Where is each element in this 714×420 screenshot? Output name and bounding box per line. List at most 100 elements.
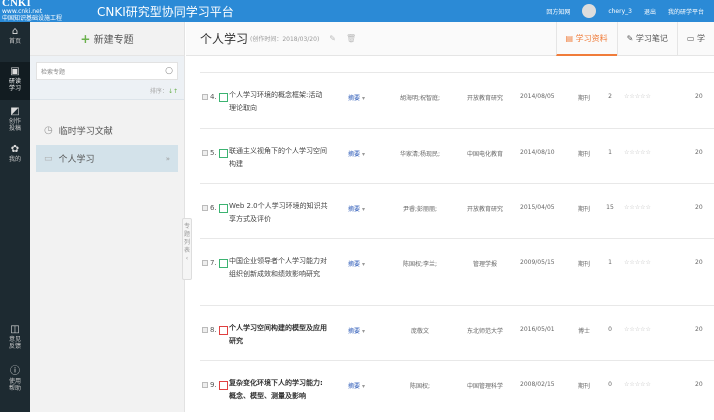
row-type: 期刊 [578,151,591,158]
abstract-dropdown[interactable]: 摘要 ▾ [348,326,365,335]
edit-icon[interactable]: ✎ [329,34,336,43]
row-type: 期刊 [578,95,591,102]
rating-stars[interactable]: ☆☆☆☆☆ [624,204,651,211]
row-number: 7. [210,259,217,267]
side-nav: ⌂ 首页 ▣ 研读学习 ◩ 创作投稿 ✿ 我的 ◫ 意见反馈 ⓘ 使用帮助 [0,22,30,412]
cnki-logo[interactable]: CNKI www.cnki.net 中国知识基础设施工程 [2,0,82,22]
abstract-dropdown[interactable]: 摘要 ▾ [348,259,365,268]
notes-icon: ✎ [626,34,634,43]
row-count: 0 [608,326,612,333]
table-row: 4. 个人学习环境的概念框架:活动理论取向 摘要 ▾ 胡海明;祝智庭; 开放教育… [200,72,714,128]
row-source: 管理学报 [472,261,497,268]
delete-icon[interactable]: 🗑 [346,34,356,43]
row-date: 2009/05/15 [520,259,555,266]
home-icon: ⌂ [11,26,19,37]
row-year: 20 [695,259,703,266]
row-source: 中国电化教育 [466,151,503,158]
row-author: 尹睿;彭丽丽; [402,206,438,213]
row-author: 陈国权; [409,383,431,390]
page-title: 个人学习 [200,32,249,46]
row-title-link[interactable]: 个人学习环境的概念框架:活动理论取向 [229,89,329,115]
abstract-dropdown[interactable]: 摘要 ▾ [348,381,365,390]
rating-stars[interactable]: ☆☆☆☆☆ [624,381,651,388]
abstract-dropdown[interactable]: 摘要 ▾ [348,93,365,102]
tab-study-materials[interactable]: ▤ 学习资料 [555,22,617,56]
row-checkbox[interactable] [202,327,208,333]
tab-more[interactable]: ▭ 学 [676,22,714,56]
cnki-home-link[interactable]: 回方知网 [546,7,570,16]
row-year: 20 [695,381,703,388]
row-count: 2 [608,93,612,100]
abstract-dropdown[interactable]: 摘要 ▾ [348,149,365,158]
row-title-link[interactable]: 复杂变化环境下人的学习能力:概念、模型、测量及影响 [229,377,329,403]
top-bar: CNKI www.cnki.net 中国知识基础设施工程 CNKI研究型协同学习平台… [0,0,714,22]
row-number: 4. [210,93,217,101]
html-file-icon [219,259,228,268]
row-date: 2014/08/05 [520,93,555,100]
nav-mine[interactable]: ✿ 我的 [0,144,30,163]
topic-personal-study[interactable]: ▭ 个人学习» [36,145,178,172]
table-row: 8. 个人学习空间构建的模型及应用研究 摘要 ▾ 庞敬文 东北师范大学 2016… [200,305,714,360]
username-link[interactable]: chery_3 [608,8,632,15]
logout-link[interactable]: 退出 [644,7,656,16]
nav-help[interactable]: ⓘ 使用帮助 [0,366,30,392]
row-number: 6. [210,204,217,212]
write-icon: ◩ [10,106,20,117]
row-title-link[interactable]: 中国企业领导者个人学习能力对组织创新成效和绩效影响研究 [229,255,329,281]
abstract-dropdown[interactable]: 摘要 ▾ [348,204,365,213]
row-count: 15 [606,204,614,211]
html-file-icon [219,204,228,213]
row-checkbox[interactable] [202,94,208,100]
row-checkbox[interactable] [202,205,208,211]
search-icon[interactable]: ○ [165,66,173,76]
row-number: 8. [210,326,217,334]
row-author: 胡海明;祝智庭; [399,95,441,102]
nav-home[interactable]: ⌂ 首页 [0,26,30,45]
row-author: 庞敬文 [410,328,429,335]
feedback-icon: ◫ [10,324,20,335]
row-checkbox[interactable] [202,382,208,388]
main-content: 个人学习 (创作时间：2018/03/20) ✎ 🗑 ▤ 学习资料 ✎ 学习笔记… [186,22,714,412]
my-platform-link[interactable]: 我的研学平台 [668,7,704,16]
rating-stars[interactable]: ☆☆☆☆☆ [624,93,651,100]
rating-stars[interactable]: ☆☆☆☆☆ [624,149,651,156]
row-date: 2008/02/15 [520,381,555,388]
row-type: 期刊 [578,206,591,213]
row-date: 2015/04/05 [520,204,555,211]
row-source: 开放教育研究 [466,206,503,213]
sort-control[interactable]: 排序：↓↑ [36,86,178,95]
row-title-link[interactable]: 个人学习空间构建的模型及应用研究 [229,322,329,348]
table-row: 6. Web 2.0个人学习环境的知识共享方式及评价 摘要 ▾ 尹睿;彭丽丽; … [200,183,714,238]
rating-stars[interactable]: ☆☆☆☆☆ [624,259,651,266]
table-row: 7. 中国企业领导者个人学习能力对组织创新成效和绩效影响研究 摘要 ▾ 陈国权;… [200,238,714,305]
caret-down-icon: ▾ [361,206,365,213]
rating-stars[interactable]: ☆☆☆☆☆ [624,326,651,333]
row-checkbox[interactable] [202,260,208,266]
chevron-down-icon[interactable]: » [166,155,170,163]
clock-icon: ◷ [44,125,53,136]
row-title-link[interactable]: 联通主义视角下的个人学习空间构建 [229,145,329,171]
avatar[interactable] [582,4,597,18]
row-author: 华家清;杨现民; [399,151,441,158]
nav-feedback[interactable]: ◫ 意见反馈 [0,324,30,350]
row-checkbox[interactable] [202,150,208,156]
table-row: 5. 联通主义视角下的个人学习空间构建 摘要 ▾ 华家清;杨现民; 中国电化教育… [200,128,714,183]
row-type: 期刊 [578,261,591,268]
row-title-link[interactable]: Web 2.0个人学习环境的知识共享方式及评价 [229,200,329,226]
help-icon: ⓘ [10,366,20,377]
new-topic-button[interactable]: + 新建专题 [30,22,184,56]
created-date: (创作时间：2018/03/20) [250,36,320,43]
row-date: 2014/08/10 [520,149,555,156]
nav-write[interactable]: ◩ 创作投稿 [0,106,30,132]
row-year: 20 [695,204,703,211]
caret-down-icon: ▾ [361,383,365,390]
caret-down-icon: ▾ [361,261,365,268]
html-file-icon [219,149,228,158]
topic-search-input[interactable]: 检索专题 ○ [36,62,178,80]
topic-temp-literature[interactable]: ◷ 临时学习文献 [36,117,178,144]
nav-study[interactable]: ▣ 研读学习 [0,62,30,100]
row-count: 0 [608,381,612,388]
tab-study-notes[interactable]: ✎ 学习笔记 [616,22,677,56]
caret-down-icon: ▾ [361,328,365,335]
mine-icon: ✿ [10,144,20,155]
